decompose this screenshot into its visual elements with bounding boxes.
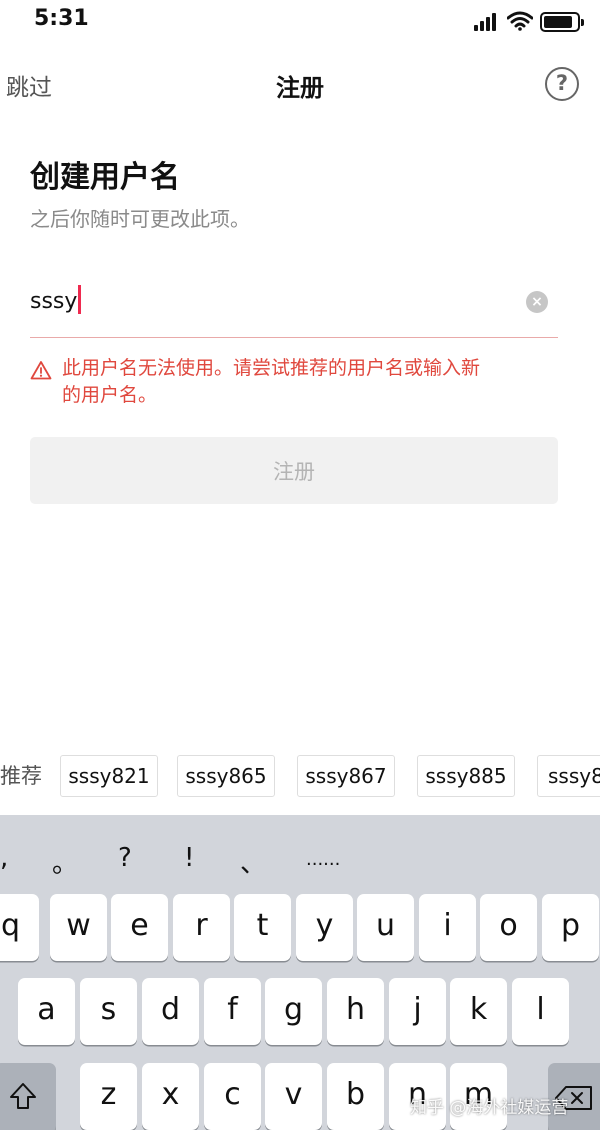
keyboard-punct-key[interactable]: !: [184, 843, 194, 873]
error-text: 此用户名无法使用。请尝试推荐的用户名或输入新 的用户名。: [62, 355, 552, 409]
register-button[interactable]: 注册: [30, 437, 558, 504]
keyboard-key[interactable]: j: [389, 978, 446, 1045]
battery-icon: [540, 12, 584, 32]
help-icon[interactable]: ?: [545, 67, 579, 101]
change-later-hint: 之后你随时可更改此项。: [30, 207, 250, 231]
keyboard-key[interactable]: v: [265, 1063, 322, 1130]
skip-button[interactable]: 跳过: [6, 68, 52, 102]
keyboard-key[interactable]: o: [480, 894, 537, 961]
clear-input-icon[interactable]: ×: [526, 291, 548, 313]
error-text-line-1: 此用户名无法使用。请尝试推荐的用户名或输入新: [62, 357, 481, 379]
username-value: sssy: [30, 289, 78, 314]
cellular-signal-icon: [474, 13, 500, 31]
keyboard-key[interactable]: e: [111, 894, 168, 961]
keyboard-key[interactable]: u: [357, 894, 414, 961]
keyboard-key[interactable]: a: [18, 978, 75, 1045]
keyboard-punct-key[interactable]: 。: [52, 843, 78, 880]
suggestions-label: 推荐: [0, 764, 42, 788]
keyboard-key[interactable]: h: [327, 978, 384, 1045]
keyboard-punct-key[interactable]: ......: [306, 849, 340, 870]
suggestion-chip[interactable]: sssy885: [417, 755, 515, 797]
keyboard-key[interactable]: w: [50, 894, 107, 961]
keyboard-punct-key[interactable]: ?: [118, 843, 132, 873]
suggestion-chip[interactable]: sssy865: [177, 755, 275, 797]
keyboard-key[interactable]: y: [296, 894, 353, 961]
suggestion-chip[interactable]: sssy867: [297, 755, 395, 797]
shift-arrow-icon: [10, 1083, 36, 1109]
keyboard-key[interactable]: b: [327, 1063, 384, 1130]
keyboard-key[interactable]: p: [542, 894, 599, 961]
watermark: 知乎 @海外社媒运营: [410, 1098, 569, 1118]
keyboard-key[interactable]: q: [0, 894, 39, 961]
keyboard: , 。 ? ! 、 ...... q w e r t y u i o p a s…: [0, 815, 600, 1130]
create-username-heading: 创建用户名: [30, 160, 180, 195]
suggestion-chip[interactable]: sssy821: [60, 755, 158, 797]
keyboard-key[interactable]: z: [80, 1063, 137, 1130]
warning-icon: [30, 361, 52, 380]
shift-key[interactable]: [0, 1063, 56, 1130]
wifi-icon: [507, 11, 533, 31]
suggestion-chip[interactable]: sssy8: [537, 755, 600, 797]
keyboard-key[interactable]: l: [512, 978, 569, 1045]
username-input-text[interactable]: sssy: [30, 285, 81, 314]
page-title: 注册: [276, 74, 324, 102]
keyboard-key[interactable]: t: [234, 894, 291, 961]
keyboard-key[interactable]: x: [142, 1063, 199, 1130]
keyboard-key[interactable]: f: [204, 978, 261, 1045]
error-text-line-2: 的用户名。: [62, 384, 158, 406]
keyboard-key[interactable]: k: [450, 978, 507, 1045]
keyboard-key[interactable]: i: [419, 894, 476, 961]
keyboard-key[interactable]: g: [265, 978, 322, 1045]
text-cursor: [78, 285, 81, 314]
keyboard-punct-key[interactable]: ,: [0, 843, 8, 873]
keyboard-key[interactable]: s: [80, 978, 137, 1045]
username-input[interactable]: sssy ×: [30, 280, 558, 338]
keyboard-key[interactable]: d: [142, 978, 199, 1045]
keyboard-key[interactable]: r: [173, 894, 230, 961]
keyboard-key[interactable]: c: [204, 1063, 261, 1130]
status-time: 5:31: [34, 6, 89, 31]
status-bar: 5:31: [0, 0, 600, 44]
keyboard-punct-key[interactable]: 、: [240, 843, 266, 880]
